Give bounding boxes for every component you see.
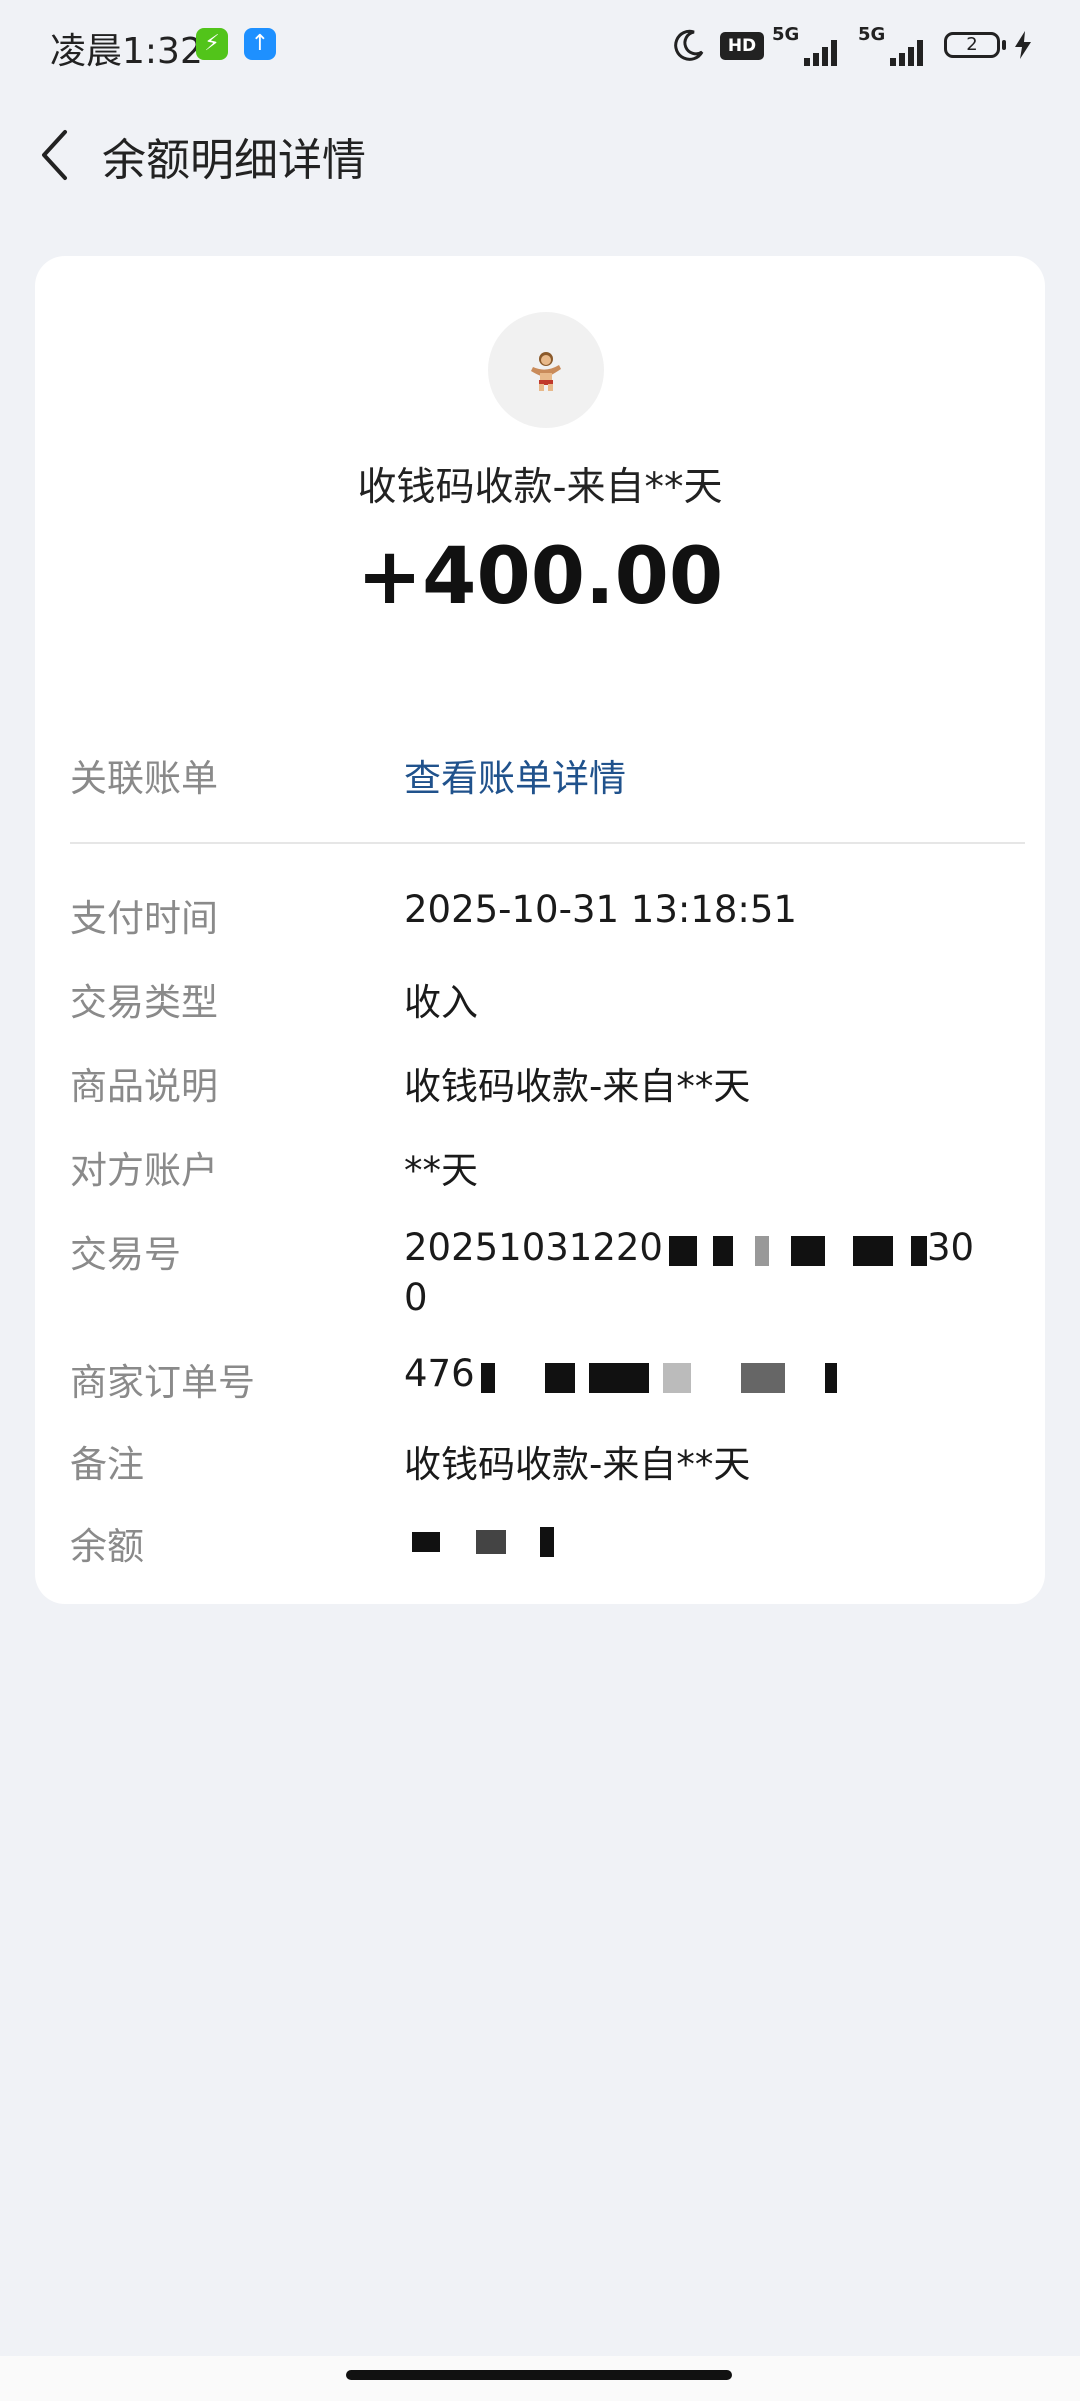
detail-row-trade-type: 交易类型 收入 bbox=[70, 972, 1010, 1032]
transaction-amount: +400.00 bbox=[356, 532, 724, 622]
transaction-title: 收钱码收款-来自**天 bbox=[357, 465, 723, 510]
detail-value: 476 bbox=[404, 1352, 1024, 1397]
detail-row-pay-time: 支付时间 2025-10-31 13:18:51 bbox=[70, 888, 1010, 948]
header: 余额明细详情 bbox=[0, 100, 1080, 210]
trade-no-visible-start: 20251031220 bbox=[404, 1226, 663, 1269]
detail-label: 对方账户 bbox=[70, 1149, 218, 1192]
merchant-order-visible-start: 476 bbox=[404, 1352, 475, 1395]
detail-row-remark: 备注 收钱码收款-来自**天 bbox=[70, 1434, 1010, 1494]
detail-label: 余额 bbox=[70, 1525, 144, 1568]
signal-5g-icon: 5G bbox=[858, 24, 930, 68]
status-bar: 凌晨1:32 ⚡ ↑ HD 5G 5G 2 bbox=[0, 0, 1080, 92]
upload-arrow-icon: ↑ bbox=[244, 28, 276, 60]
chevron-left-icon bbox=[42, 130, 67, 180]
signal-bars-icon bbox=[890, 40, 923, 66]
status-time: 凌晨1:32 bbox=[50, 31, 203, 72]
detail-value: **天 bbox=[404, 1149, 478, 1192]
moon-icon bbox=[674, 29, 704, 61]
charging-bolt-icon bbox=[1015, 31, 1031, 59]
signal-bars-icon bbox=[804, 40, 837, 66]
detail-value: 20251031220 30 0 bbox=[404, 1224, 1024, 1322]
detail-row-trade-no: 交易号 20251031220 30 0 bbox=[70, 1224, 1010, 1334]
lightning-icon: ⚡ bbox=[196, 28, 228, 60]
page-title: 余额明细详情 bbox=[102, 135, 366, 186]
detail-row-goods-desc: 商品说明 收钱码收款-来自**天 bbox=[70, 1056, 1010, 1116]
trade-no-line2: 0 bbox=[404, 1275, 428, 1319]
back-button[interactable] bbox=[24, 122, 84, 188]
detail-label: 商品说明 bbox=[70, 1065, 218, 1108]
detail-label: 备注 bbox=[70, 1443, 144, 1486]
trade-no-visible-end: 30 bbox=[926, 1226, 975, 1269]
avatar bbox=[488, 312, 604, 428]
detail-row-balance: 余额 bbox=[70, 1516, 1010, 1576]
redacted-block bbox=[663, 1226, 927, 1274]
detail-row-counterparty: 对方账户 **天 bbox=[70, 1140, 1010, 1200]
screen: 凌晨1:32 ⚡ ↑ HD 5G 5G 2 余额明细详情 收钱码收款-来自**天… bbox=[0, 0, 1080, 2401]
detail-label: 交易类型 bbox=[70, 981, 218, 1024]
battery-icon: 2 bbox=[944, 32, 1000, 58]
related-bill-label: 关联账单 bbox=[70, 757, 218, 800]
related-bill-row: 关联账单 查看账单详情 bbox=[70, 740, 1010, 800]
detail-label: 支付时间 bbox=[70, 897, 218, 940]
detail-value: 收钱码收款-来自**天 bbox=[404, 1443, 751, 1486]
signal-5g-icon: 5G bbox=[772, 24, 844, 68]
view-bill-details-link[interactable]: 查看账单详情 bbox=[404, 748, 1024, 802]
redacted-block bbox=[404, 1518, 554, 1561]
hd-icon: HD bbox=[720, 32, 764, 60]
redacted-block bbox=[475, 1354, 837, 1397]
detail-row-merchant-order-no: 商家订单号 476 bbox=[70, 1352, 1010, 1412]
cartoon-avatar-icon bbox=[531, 352, 561, 391]
battery-tip bbox=[1002, 40, 1006, 50]
detail-value: 收入 bbox=[404, 981, 478, 1024]
home-indicator[interactable] bbox=[346, 2370, 732, 2380]
detail-value bbox=[404, 1516, 1024, 1561]
detail-value: 2025-10-31 13:18:51 bbox=[404, 888, 797, 931]
detail-label: 商家订单号 bbox=[70, 1361, 255, 1404]
divider bbox=[70, 842, 1025, 844]
detail-label: 交易号 bbox=[70, 1233, 181, 1276]
detail-value: 收钱码收款-来自**天 bbox=[404, 1065, 751, 1108]
transaction-card: 收钱码收款-来自**天 +400.00 关联账单 查看账单详情 支付时间 202… bbox=[35, 256, 1045, 1604]
